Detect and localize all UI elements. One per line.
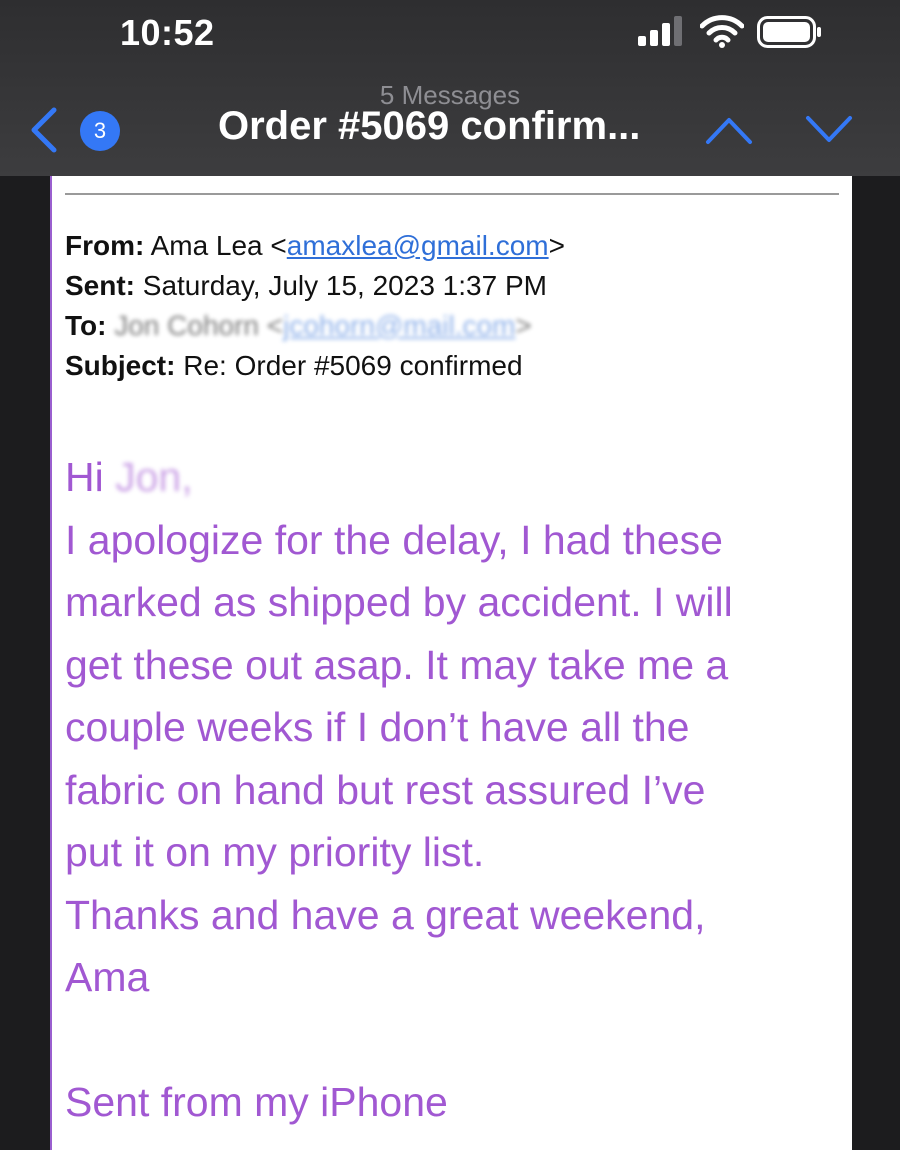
subject-label: Subject:	[65, 350, 176, 381]
sent-row: Sent: Saturday, July 15, 2023 1:37 PM	[65, 266, 835, 306]
cellular-signal-icon	[638, 16, 682, 46]
battery-icon	[757, 16, 821, 48]
message-body: Hi Jon, I apologize for the delay, I had…	[65, 446, 845, 1134]
email-content: From: Ama Lea <amaxlea@gmail.com> Sent: …	[50, 176, 852, 1150]
subject-row: Subject: Re: Order #5069 confirmed	[65, 346, 835, 386]
from-name: Ama Lea <	[150, 230, 287, 261]
body-line: I apologize for the delay, I had these	[65, 516, 723, 563]
sign-off-name: Ama	[65, 954, 150, 1000]
back-chevron-icon[interactable]	[28, 106, 60, 154]
body-line: couple weeks if I don’t have all the	[65, 704, 690, 750]
top-bar: 10:52 3 5 Messages Order #5069 confirm..…	[0, 0, 900, 176]
from-close: >	[548, 230, 565, 261]
wifi-icon	[700, 15, 744, 48]
to-recipient: Jon Cohorn <jcohorn@mail.com>	[114, 310, 532, 341]
thread-title: Order #5069 confirm...	[218, 104, 641, 148]
body-line: get these out asap. It may take me a	[65, 641, 729, 688]
from-label: From:	[65, 230, 145, 261]
to-label: To:	[65, 310, 107, 341]
status-time: 10:52	[120, 12, 215, 53]
subject-value: Re: Order #5069 confirmed	[183, 350, 523, 381]
unread-badge[interactable]: 3	[80, 111, 120, 151]
from-row: From: Ama Lea <amaxlea@gmail.com>	[65, 226, 835, 266]
to-email-link[interactable]: jcohorn@mail.com	[283, 310, 515, 341]
body-line: fabric on hand but rest assured I’ve	[65, 766, 706, 813]
sent-value: Saturday, July 15, 2023 1:37 PM	[142, 270, 547, 301]
body-line: marked as shipped by accident. I will	[65, 579, 733, 625]
next-message-chevron-icon[interactable]	[804, 114, 854, 146]
quote-divider	[65, 193, 839, 195]
to-name: Jon Cohorn <	[114, 310, 284, 341]
to-close: >	[515, 310, 532, 341]
body-line: put it on my priority list.	[65, 829, 485, 875]
greeting-name: Jon,	[115, 454, 193, 500]
from-email-link[interactable]: amaxlea@gmail.com	[287, 230, 549, 261]
signature: Sent from my iPhone	[65, 1079, 448, 1125]
greeting: Hi Jon,	[65, 446, 845, 509]
greeting-prefix: Hi	[65, 454, 104, 500]
sent-label: Sent:	[65, 270, 135, 301]
body-line: Thanks and have a great weekend,	[65, 891, 706, 938]
quoted-headers: From: Ama Lea <amaxlea@gmail.com> Sent: …	[65, 226, 835, 386]
to-row: To: Jon Cohorn <jcohorn@mail.com>	[65, 306, 835, 346]
previous-message-chevron-icon[interactable]	[704, 114, 754, 146]
